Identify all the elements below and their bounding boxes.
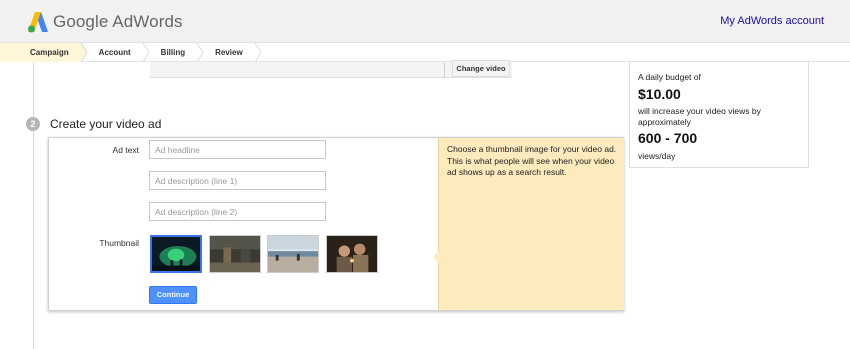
top-header: Google AdWords My AdWords account: [0, 0, 850, 44]
beach-thumbnail[interactable]: [267, 235, 319, 273]
people-thumbnail[interactable]: [326, 235, 378, 273]
views-range: 600 - 700: [638, 130, 698, 146]
budget-amount: $10.00: [638, 86, 681, 102]
video-ad-form-card: Ad text Thumbnail Continue Choos: [48, 137, 624, 311]
app-title: Google AdWords: [53, 12, 183, 31]
chevron-right-icon: [254, 43, 262, 62]
my-account-link[interactable]: My AdWords account: [720, 15, 824, 27]
divider: [444, 62, 445, 78]
chevron-right-icon: [196, 43, 204, 62]
views-unit: views/day: [638, 151, 676, 161]
breadcrumb-label: Review: [215, 48, 243, 57]
progress-rail: [33, 63, 34, 349]
ad-headline-input[interactable]: [149, 140, 326, 159]
breadcrumb-label: Account: [98, 48, 131, 57]
ad-description-line1-input[interactable]: [149, 171, 326, 190]
breadcrumb-label: Campaign: [30, 48, 69, 57]
help-tip-panel: Choose a thumbnail image for your video …: [433, 138, 624, 310]
breadcrumb-account[interactable]: Account: [82, 43, 150, 62]
ad-text-label: Ad text: [112, 145, 139, 155]
budget-estimate-panel: A daily budget of $10.00 will increase y…: [629, 62, 809, 168]
concert-thumbnail[interactable]: [150, 235, 202, 273]
adwords-logo-icon: [28, 12, 48, 33]
change-video-button[interactable]: Change video: [452, 60, 510, 77]
breadcrumb-review[interactable]: Review: [198, 43, 262, 62]
tip-pointer: [433, 251, 439, 263]
help-tip-text: Choose a thumbnail image for your video …: [447, 144, 617, 177]
breadcrumb-campaign[interactable]: Campaign: [0, 43, 88, 62]
step-title: Create your video ad: [50, 117, 162, 131]
thumbnail-label: Thumbnail: [99, 238, 139, 248]
chevron-right-icon: [75, 43, 88, 62]
street-thumbnail[interactable]: [209, 235, 261, 273]
budget-intro: A daily budget of: [638, 72, 701, 82]
continue-button[interactable]: Continue: [149, 286, 197, 304]
step-number-badge: 2: [26, 117, 40, 131]
breadcrumb-label: Billing: [160, 48, 186, 57]
chevron-right-icon: [142, 43, 150, 62]
breadcrumb: Campaign Account Billing Review: [0, 42, 850, 62]
ad-description-line2-input[interactable]: [149, 202, 326, 221]
budget-explanation: will increase your video views by approx…: [638, 106, 761, 127]
breadcrumb-billing[interactable]: Billing: [144, 43, 204, 62]
